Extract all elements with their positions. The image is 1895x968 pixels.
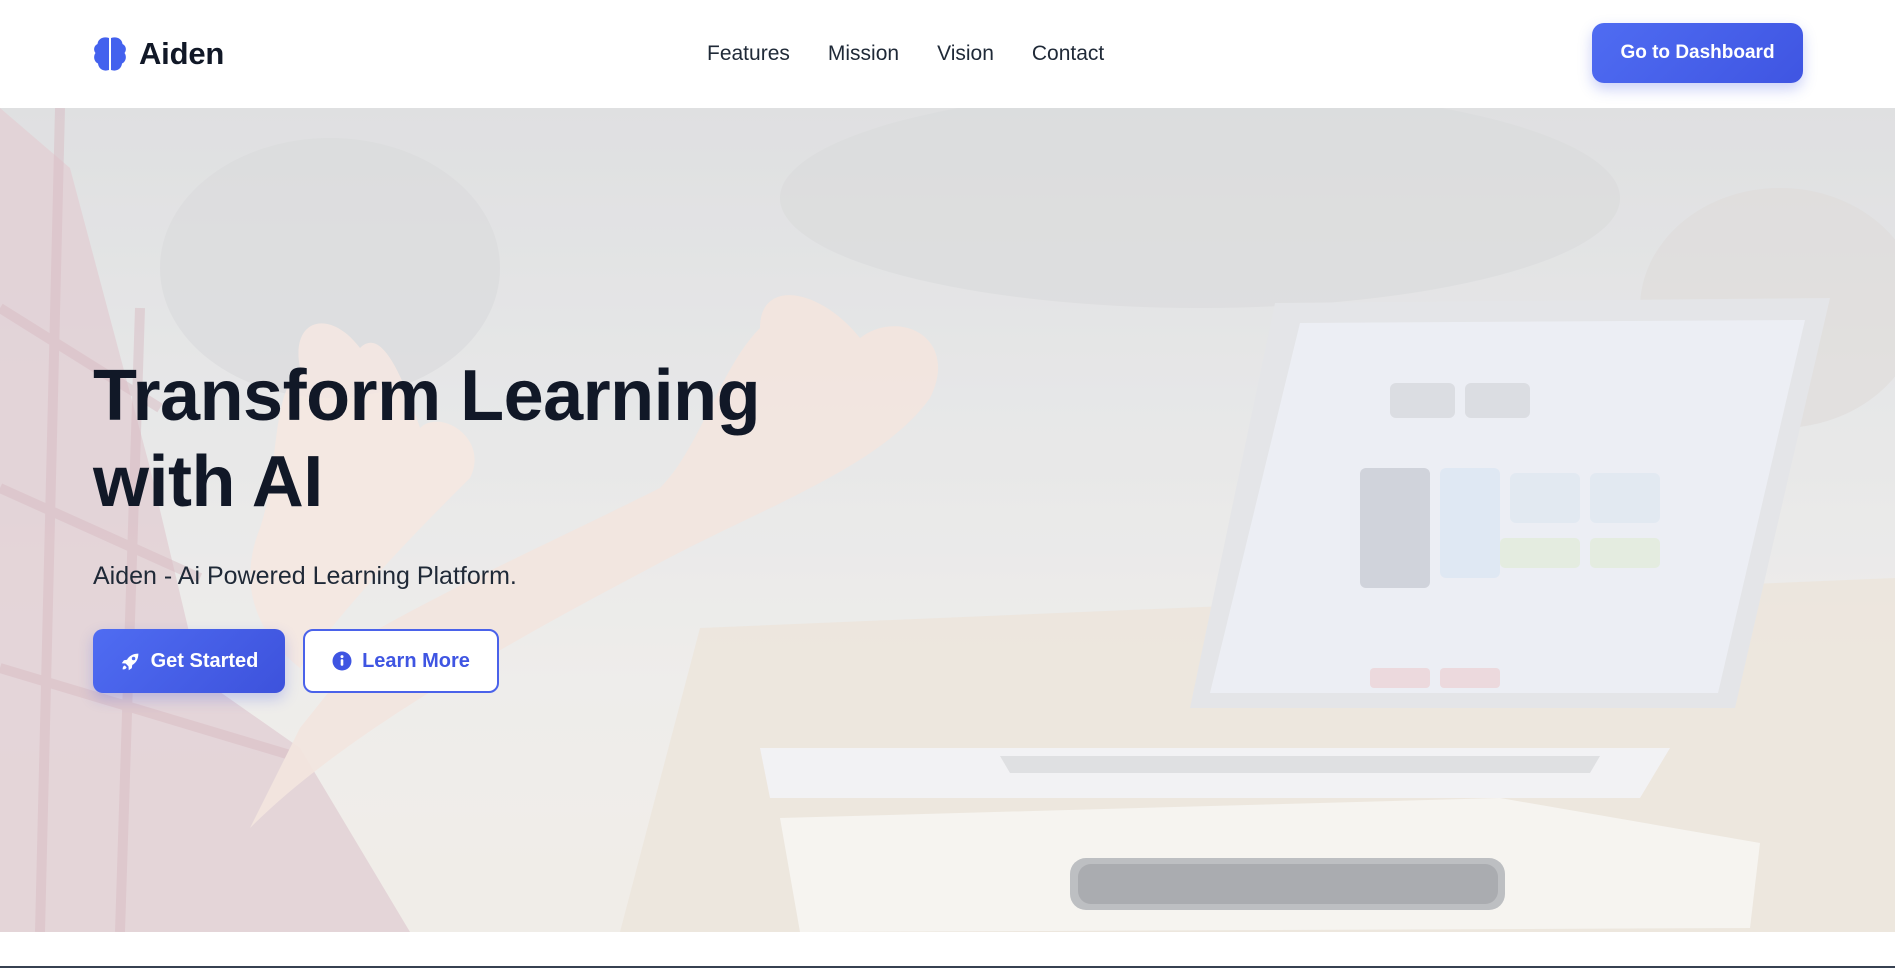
main-nav: Features Mission Vision Contact xyxy=(707,0,1104,108)
nav-link-contact[interactable]: Contact xyxy=(1032,42,1104,66)
brain-icon xyxy=(94,37,126,71)
rocket-icon xyxy=(121,653,138,670)
learn-more-button[interactable]: Learn More xyxy=(303,629,499,693)
brand-logo-link[interactable]: Aiden xyxy=(93,35,224,73)
get-started-label: Get Started xyxy=(150,649,259,672)
hero-title-line-2: with AI xyxy=(93,442,323,522)
nav-link-mission[interactable]: Mission xyxy=(828,42,899,66)
nav-link-features[interactable]: Features xyxy=(707,42,790,66)
brand-name: Aiden xyxy=(139,36,225,71)
info-circle-icon xyxy=(332,651,352,671)
hero-section: Transform Learning with AI Aiden - Ai Po… xyxy=(0,108,1895,932)
site-header: Aiden Features Mission Vision Contact Go… xyxy=(0,0,1895,108)
hero-actions: Get Started Learn More xyxy=(93,629,813,693)
hero-title: Transform Learning with AI xyxy=(93,353,813,525)
go-to-dashboard-button[interactable]: Go to Dashboard xyxy=(1592,23,1803,83)
get-started-button[interactable]: Get Started xyxy=(93,629,285,693)
hero-subtitle: Aiden - Ai Powered Learning Platform. xyxy=(93,562,517,590)
hero-title-line-1: Transform Learning xyxy=(93,356,761,436)
nav-link-vision[interactable]: Vision xyxy=(937,42,994,66)
hero-content: Transform Learning with AI Aiden - Ai Po… xyxy=(93,353,813,693)
next-section-edge xyxy=(0,932,1895,968)
learn-more-label: Learn More xyxy=(362,649,470,672)
